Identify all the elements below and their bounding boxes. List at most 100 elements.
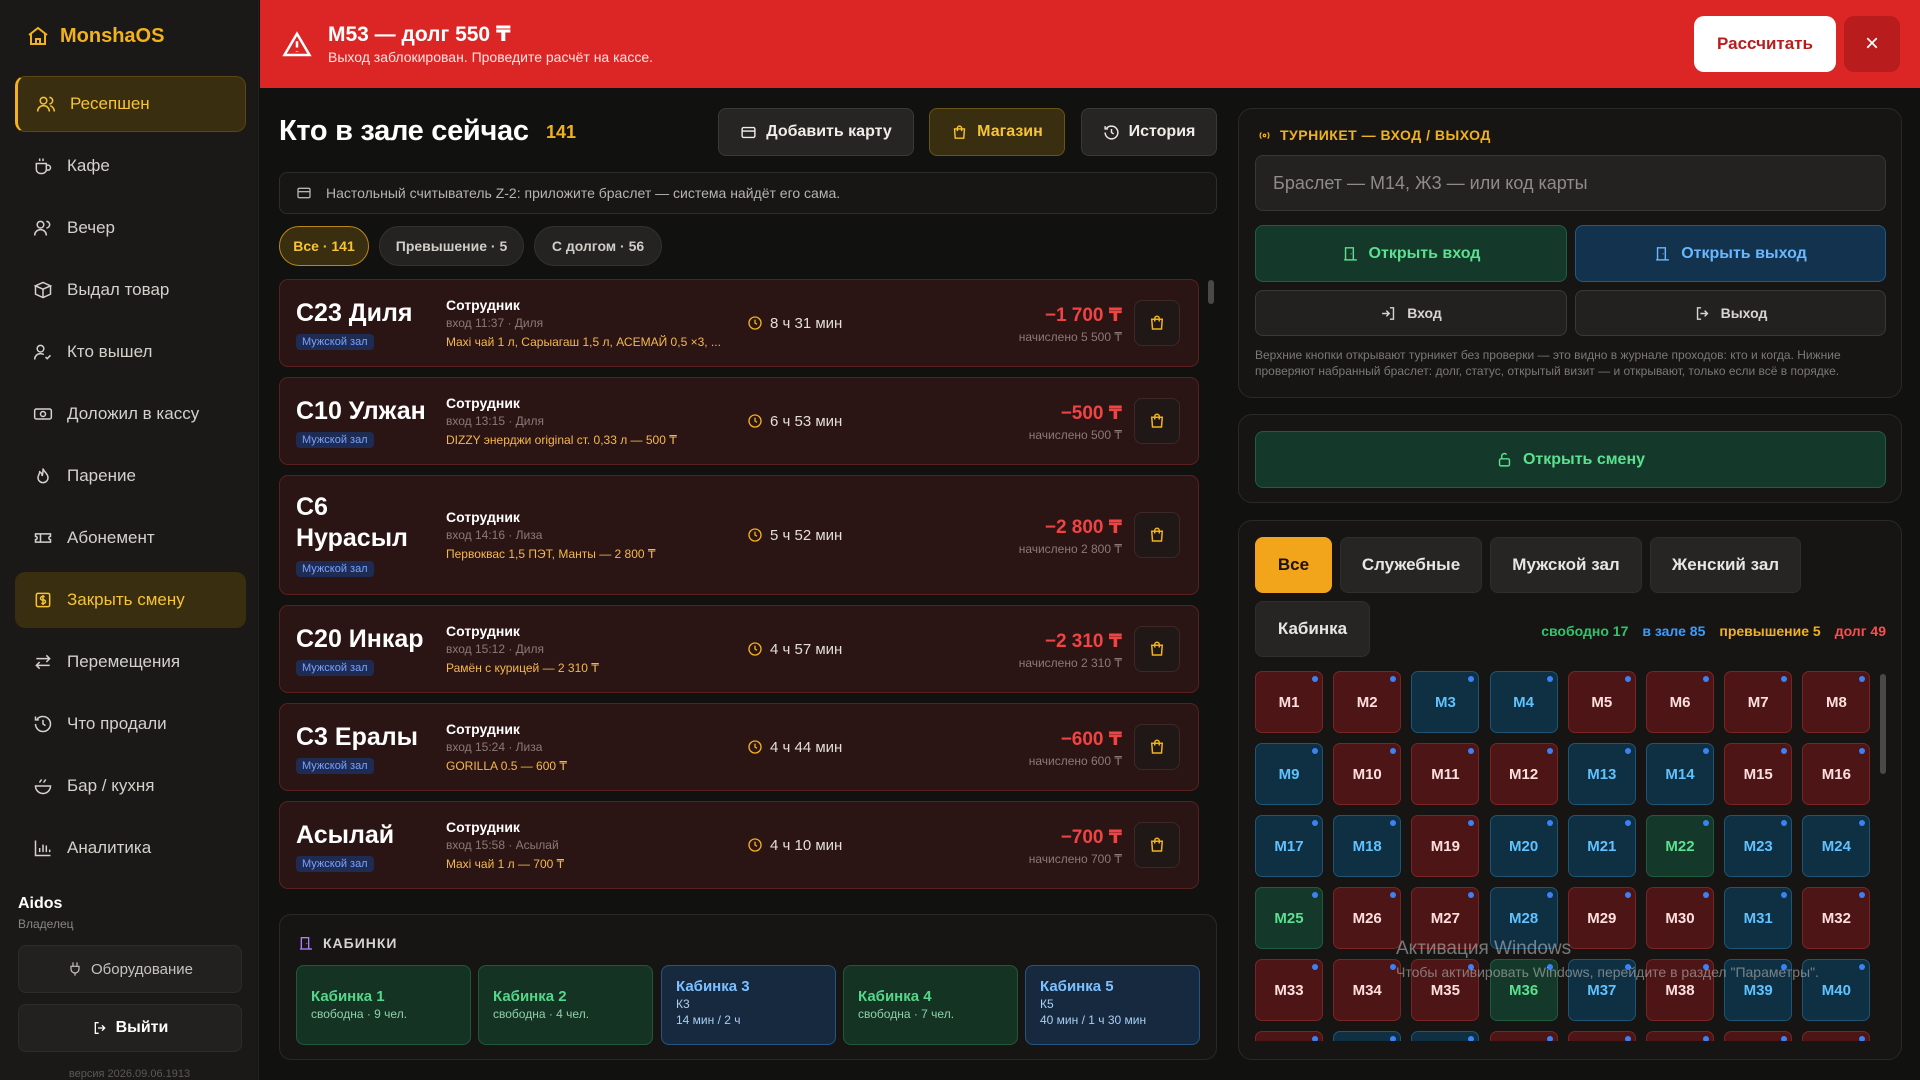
locker-cell[interactable]: М30 <box>1646 887 1714 949</box>
locker-cell[interactable]: М29 <box>1567 887 1636 949</box>
sidebar-item-close-shift[interactable]: Закрыть смену <box>15 572 246 628</box>
sidebar-item-transfers[interactable]: Перемещения <box>15 634 246 690</box>
locker-cell[interactable]: М13 <box>1567 743 1636 805</box>
locker-cell[interactable] <box>1646 1031 1714 1041</box>
shop-for-guest-button[interactable] <box>1134 512 1180 558</box>
guest-card[interactable]: С3 Ералы Мужской зал Сотрудник вход 15:2… <box>279 703 1199 791</box>
locker-cell[interactable] <box>1255 1031 1323 1041</box>
locker-filter-men[interactable]: Мужской зал <box>1490 537 1642 593</box>
sidebar-item-bar-kitchen[interactable]: Бар / кухня <box>15 758 246 814</box>
locker-cell[interactable]: М10 <box>1333 743 1402 805</box>
logout-button[interactable]: Выйти <box>18 1004 242 1052</box>
locker-cell[interactable]: М25 <box>1255 887 1323 949</box>
sidebar-item-analytics[interactable]: Аналитика <box>15 820 246 876</box>
locker-cell[interactable]: М21 <box>1567 815 1636 877</box>
sidebar-item-cash-report[interactable]: Доложил в кассу <box>15 386 246 442</box>
locker-cell[interactable] <box>1802 1031 1871 1041</box>
guest-card[interactable]: С6 Нурасыл Мужской зал Сотрудник вход 14… <box>279 475 1199 595</box>
clock-icon <box>748 838 762 852</box>
locker-grid-scrollbar[interactable] <box>1880 674 1886 774</box>
equipment-button[interactable]: Оборудование <box>18 945 242 993</box>
sidebar-item-issued-goods[interactable]: Выдал товар <box>15 262 246 318</box>
filter-overtime[interactable]: Превышение · 5 <box>379 226 524 266</box>
shop-button[interactable]: Магазин <box>929 108 1065 156</box>
locker-cell[interactable]: М3 <box>1411 671 1480 733</box>
sidebar-item-cafe[interactable]: Кафе <box>15 138 246 194</box>
guest-list-scrollbar[interactable] <box>1208 280 1214 304</box>
locker-cell[interactable]: М5 <box>1567 671 1636 733</box>
locker-cell[interactable]: М31 <box>1724 887 1793 949</box>
locker-status-dot <box>1546 892 1553 898</box>
open-entry-button[interactable]: Открыть вход <box>1255 225 1567 282</box>
exit-button[interactable]: Выход <box>1575 290 1886 336</box>
locker-cell[interactable] <box>1489 1031 1558 1041</box>
locker-cell[interactable]: М18 <box>1333 815 1402 877</box>
locker-cell[interactable]: М26 <box>1333 887 1402 949</box>
locker-cell[interactable]: М32 <box>1802 887 1871 949</box>
sidebar-item-who-left[interactable]: Кто вышел <box>15 324 246 380</box>
cabin-card[interactable]: Кабинка 4 свободна · 7 чел. <box>843 965 1018 1045</box>
shop-for-guest-button[interactable] <box>1134 626 1180 672</box>
locker-cell[interactable]: М9 <box>1255 743 1323 805</box>
filter-debt[interactable]: С долгом · 56 <box>534 226 662 266</box>
guest-card[interactable]: С10 Улжан Мужской зал Сотрудник вход 13:… <box>279 377 1199 465</box>
cabin-card[interactable]: Кабинка 1 свободна · 9 чел. <box>296 965 471 1045</box>
locker-cell[interactable] <box>1411 1031 1480 1041</box>
clock-icon <box>748 642 762 656</box>
sidebar-item-evening[interactable]: Вечер <box>15 200 246 256</box>
locker-cell[interactable]: М15 <box>1724 743 1793 805</box>
locker-cell[interactable]: М4 <box>1489 671 1558 733</box>
locker-cell[interactable] <box>1724 1031 1793 1041</box>
locker-cell[interactable]: М33 <box>1255 959 1323 1021</box>
locker-label: М27 <box>1430 909 1460 927</box>
locker-cell[interactable]: М19 <box>1411 815 1480 877</box>
locker-filter-service[interactable]: Служебные <box>1340 537 1482 593</box>
shop-for-guest-button[interactable] <box>1134 300 1180 346</box>
guest-card[interactable]: С23 Диля Мужской зал Сотрудник вход 11:3… <box>279 279 1199 367</box>
locker-cell[interactable]: М24 <box>1802 815 1871 877</box>
locker-cell[interactable]: М8 <box>1802 671 1871 733</box>
shop-for-guest-button[interactable] <box>1134 822 1180 868</box>
sidebar-item-subscription[interactable]: Абонемент <box>15 510 246 566</box>
cabin-card[interactable]: Кабинка 3 К3 14 мин / 2 ч <box>661 965 836 1045</box>
sidebar-item-what-sold[interactable]: Что продали <box>15 696 246 752</box>
locker-cell[interactable]: М7 <box>1724 671 1793 733</box>
locker-cell[interactable]: М17 <box>1255 815 1323 877</box>
app-logo[interactable]: MonshaOS <box>26 24 164 48</box>
locker-cell[interactable]: М22 <box>1646 815 1714 877</box>
locker-cell[interactable]: М6 <box>1646 671 1714 733</box>
locker-cell[interactable]: М34 <box>1333 959 1402 1021</box>
locker-cell[interactable]: М2 <box>1333 671 1402 733</box>
locker-cell[interactable] <box>1567 1031 1636 1041</box>
alert-title: М53 — долг 550 ₸ <box>328 23 511 46</box>
settle-button[interactable]: Рассчитать <box>1694 16 1836 72</box>
locker-cell[interactable]: М12 <box>1489 743 1558 805</box>
locker-filter-cabin[interactable]: Кабинка <box>1255 601 1370 657</box>
sidebar-item-reception[interactable]: Ресепшен <box>15 76 246 132</box>
locker-cell[interactable]: М14 <box>1646 743 1714 805</box>
users-icon <box>33 220 51 236</box>
open-shift-button[interactable]: Открыть смену <box>1255 431 1886 488</box>
guest-card[interactable]: С20 Инкар Мужской зал Сотрудник вход 15:… <box>279 605 1199 693</box>
sidebar-item-steam[interactable]: Парение <box>15 448 246 504</box>
locker-filter-women[interactable]: Женский зал <box>1650 537 1801 593</box>
locker-cell[interactable]: М20 <box>1489 815 1558 877</box>
bracelet-input[interactable]: Браслет — М14, Ж3 — или код карты <box>1255 155 1886 211</box>
locker-cell[interactable]: М1 <box>1255 671 1323 733</box>
shop-for-guest-button[interactable] <box>1134 398 1180 444</box>
filter-all[interactable]: Все · 141 <box>279 226 369 266</box>
locker-cell[interactable]: М23 <box>1724 815 1793 877</box>
entry-button[interactable]: Вход <box>1255 290 1567 336</box>
locker-filter-all[interactable]: Все <box>1255 537 1332 593</box>
guest-card[interactable]: Асылай Мужской зал Сотрудник вход 15:58 … <box>279 801 1199 889</box>
close-alert-button[interactable]: × <box>1844 16 1900 72</box>
locker-cell[interactable]: М16 <box>1802 743 1871 805</box>
cabin-card[interactable]: Кабинка 2 свободна · 4 чел. <box>478 965 653 1045</box>
add-card-button[interactable]: Добавить карту <box>718 108 914 156</box>
open-exit-button[interactable]: Открыть выход <box>1575 225 1886 282</box>
locker-cell[interactable] <box>1333 1031 1402 1041</box>
history-button[interactable]: История <box>1081 108 1217 156</box>
cabin-card[interactable]: Кабинка 5 К5 40 мин / 1 ч 30 мин <box>1025 965 1200 1045</box>
shop-for-guest-button[interactable] <box>1134 724 1180 770</box>
locker-cell[interactable]: М11 <box>1411 743 1480 805</box>
